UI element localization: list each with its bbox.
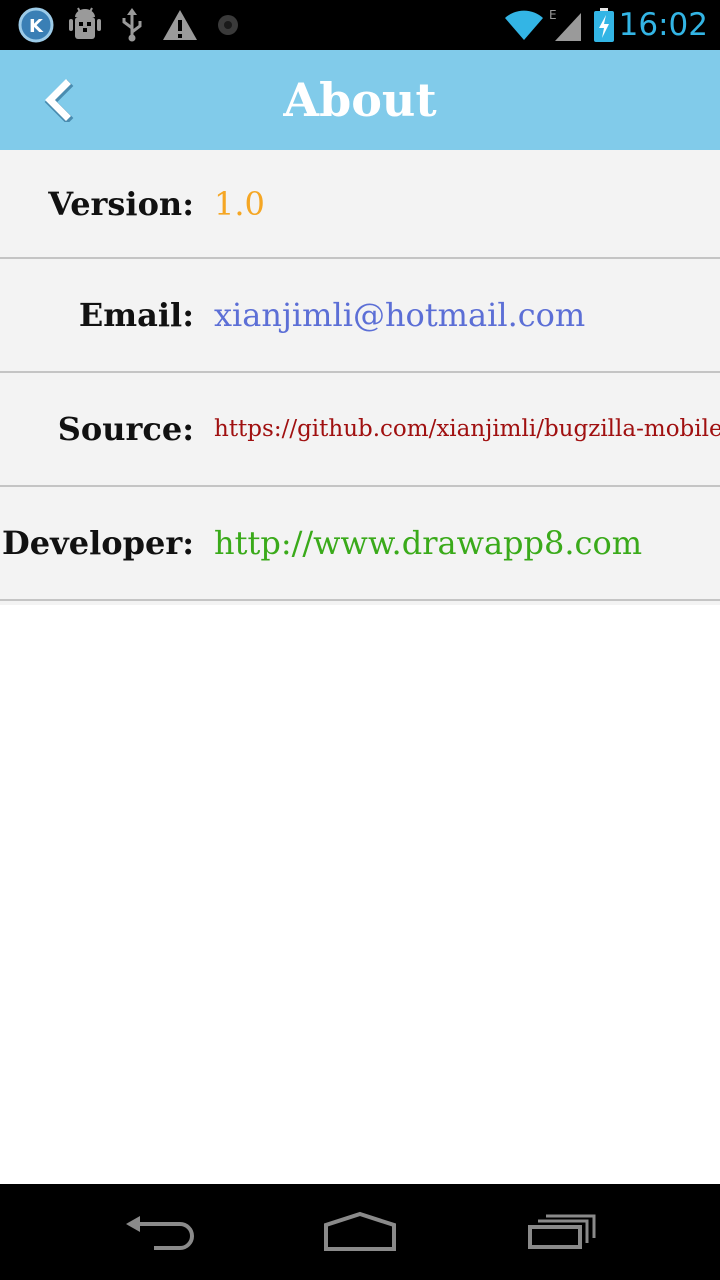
- warning-icon: [160, 0, 200, 50]
- android-debug-icon: [66, 0, 104, 50]
- version-row: Version: 1.0: [0, 150, 720, 259]
- nav-recent-apps-button[interactable]: [514, 1204, 610, 1260]
- page-title: About: [283, 73, 437, 127]
- source-label: Source:: [57, 410, 194, 448]
- record-icon: [212, 0, 244, 50]
- chevron-left-icon: [44, 79, 74, 122]
- about-info-list: Version: 1.0 Email: xianjimli@hotmail.co…: [0, 150, 720, 605]
- battery-charging-icon: [590, 0, 618, 50]
- navigation-bar: [0, 1184, 720, 1280]
- source-link[interactable]: https://github.com/xianjimli/bugzilla-mo…: [214, 373, 720, 485]
- version-value: 1.0: [214, 184, 265, 223]
- nav-back-button[interactable]: [112, 1204, 208, 1260]
- version-label: Version:: [48, 184, 194, 223]
- k-app-icon: K: [16, 0, 56, 50]
- back-icon: [126, 1216, 194, 1250]
- email-label: Email:: [78, 296, 194, 334]
- signal-e-icon: E: [546, 0, 584, 50]
- back-button[interactable]: [30, 72, 86, 128]
- source-row: Source: https://github.com/xianjimli/bug…: [0, 373, 720, 487]
- email-row: Email: xianjimli@hotmail.com: [0, 259, 720, 373]
- clock: 16:02: [618, 7, 708, 43]
- developer-label: Developer:: [2, 524, 194, 562]
- recent-apps-icon: [528, 1214, 596, 1249]
- nav-home-button[interactable]: [312, 1204, 408, 1260]
- status-bar: K E 16:02: [0, 0, 720, 50]
- usb-icon: [116, 0, 148, 50]
- svg-text:K: K: [29, 16, 44, 37]
- developer-row: Developer: http://www.drawapp8.com: [0, 487, 720, 601]
- wifi-icon: [502, 0, 546, 50]
- header-bar: About: [0, 50, 720, 150]
- home-icon: [324, 1211, 396, 1251]
- email-link[interactable]: xianjimli@hotmail.com: [214, 259, 585, 371]
- svg-text:E: E: [549, 8, 557, 22]
- developer-link[interactable]: http://www.drawapp8.com: [214, 487, 642, 599]
